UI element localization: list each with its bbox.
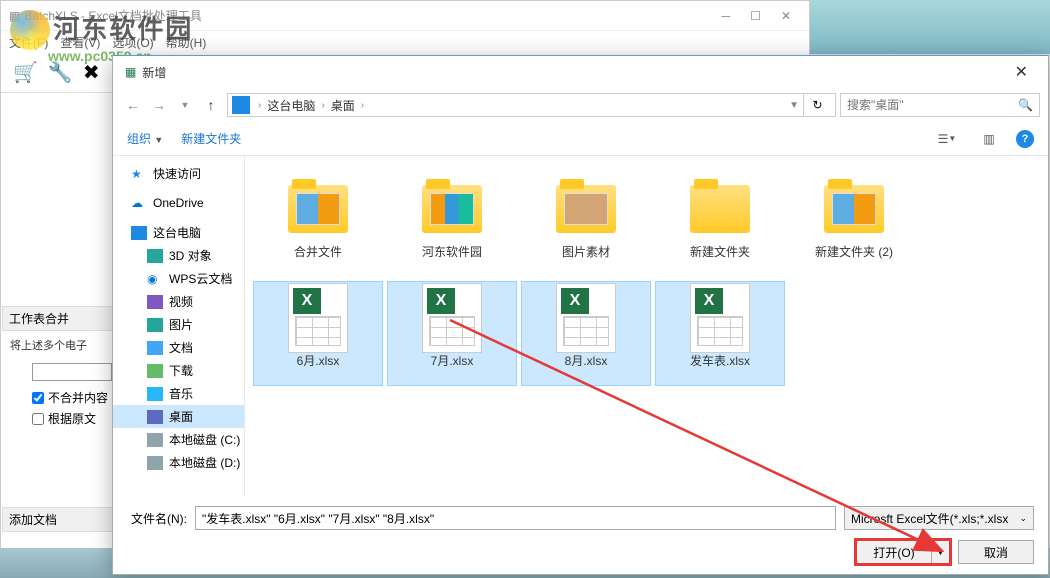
breadcrumb-item[interactable]: 桌面 <box>329 97 357 114</box>
organize-button[interactable]: 组织 ▼ <box>127 130 163 147</box>
watermark-text: 河东软件园 <box>53 14 193 44</box>
file-label: 7月.xlsx <box>431 352 474 369</box>
dialog-title: ▦新增 <box>125 64 166 81</box>
chevron-right-icon: › <box>361 100 364 111</box>
tree-disk-d[interactable]: 本地磁盘 (D:) <box>113 451 244 474</box>
disk-icon <box>147 456 163 470</box>
search-input[interactable] <box>847 98 1014 112</box>
dialog-toolbar: 组织 ▼ 新建文件夹 ☰ ▼ ▥ ? <box>113 122 1048 156</box>
nav-forward-button[interactable]: → <box>147 93 171 117</box>
tree-this-pc[interactable]: 这台电脑 <box>113 221 244 244</box>
open-button[interactable]: 打开(O) <box>856 540 932 564</box>
file-item[interactable]: 新建文件夹 (2) <box>789 172 919 277</box>
view-options-button[interactable]: ☰ ▼ <box>932 128 962 150</box>
tree-3d-objects[interactable]: 3D 对象 <box>113 244 244 267</box>
dialog-bottom-panel: 文件名(N): Microsft Excel文件(*.xls;*.xlsx⌄ 打… <box>113 496 1048 574</box>
watermark-logo-icon <box>10 10 50 50</box>
filename-label: 文件名(N): <box>127 510 187 527</box>
file-label: 8月.xlsx <box>565 352 608 369</box>
tree-pictures[interactable]: 图片 <box>113 313 244 336</box>
open-button-group: 打开(O) ▼ <box>856 540 950 564</box>
breadcrumb-item[interactable]: 这台电脑 <box>265 97 317 114</box>
file-item[interactable]: X8月.xlsx <box>521 281 651 386</box>
bg-minimize-button[interactable]: ─ <box>722 9 731 23</box>
file-list: 合并文件 河东软件园 图片素材 新建文件夹 新建文件夹 (2) X6月.xlsxX7月.x… <box>245 156 1048 496</box>
file-label: 图片素材 <box>562 243 610 260</box>
open-dropdown-button[interactable]: ▼ <box>932 540 950 564</box>
tree-quick-access[interactable]: ★快速访问 <box>113 162 244 185</box>
folder-tree: ★快速访问 ☁OneDrive 这台电脑 3D 对象 ◉WPS云文档 视频 图片… <box>113 156 245 496</box>
disk-icon <box>147 433 163 447</box>
chevron-right-icon: › <box>321 100 324 111</box>
file-item[interactable]: 新建文件夹 <box>655 172 785 277</box>
download-icon <box>147 364 163 378</box>
file-item[interactable]: 合并文件 <box>253 172 383 277</box>
watermark: 河东软件园 www.pc0359.cn <box>10 10 193 58</box>
new-folder-button[interactable]: 新建文件夹 <box>181 130 241 147</box>
cube-icon <box>147 249 163 263</box>
tree-downloads[interactable]: 下载 <box>113 359 244 382</box>
file-item[interactable]: 图片素材 <box>521 172 651 277</box>
tree-disk-c[interactable]: 本地磁盘 (C:) <box>113 428 244 451</box>
tree-videos[interactable]: 视频 <box>113 290 244 313</box>
file-label: 新建文件夹 (2) <box>815 243 893 260</box>
file-label: 河东软件园 <box>422 243 482 260</box>
help-button[interactable]: ? <box>1016 130 1034 148</box>
nav-back-button[interactable]: ← <box>121 93 145 117</box>
picture-icon <box>147 318 163 332</box>
refresh-button[interactable]: ↻ <box>803 93 831 117</box>
breadcrumb[interactable]: › 这台电脑 › 桌面 › ▼ ↻ <box>227 93 836 117</box>
cloud-icon: ☁ <box>131 196 147 210</box>
tree-music[interactable]: 音乐 <box>113 382 244 405</box>
tree-onedrive[interactable]: ☁OneDrive <box>113 193 244 213</box>
music-icon <box>147 387 163 401</box>
dialog-close-button[interactable]: ✕ <box>1007 58 1036 86</box>
tree-documents[interactable]: 文档 <box>113 336 244 359</box>
cancel-button[interactable]: 取消 <box>958 540 1034 564</box>
file-label: 发车表.xlsx <box>690 352 750 369</box>
nav-history-button[interactable]: ▼ <box>173 93 197 117</box>
filename-input[interactable] <box>195 506 836 530</box>
video-icon <box>147 295 163 309</box>
file-open-dialog: ▦新增 ✕ ← → ▼ ↑ › 这台电脑 › 桌面 › ▼ ↻ 🔍 组织 ▼ <box>112 55 1049 575</box>
breadcrumb-dropdown-icon[interactable]: ▼ <box>789 100 799 111</box>
search-box[interactable]: 🔍 <box>840 93 1040 117</box>
preview-pane-button[interactable]: ▥ <box>974 128 1004 150</box>
file-item[interactable]: 河东软件园 <box>387 172 517 277</box>
tree-wps[interactable]: ◉WPS云文档 <box>113 267 244 290</box>
document-icon <box>147 341 163 355</box>
bg-input-field[interactable] <box>32 363 112 381</box>
chevron-right-icon: › <box>258 100 261 111</box>
toolbar-icon-1[interactable]: 🛒 <box>13 60 38 85</box>
bg-close-button[interactable]: ✕ <box>781 9 791 23</box>
file-item[interactable]: X7月.xlsx <box>387 281 517 386</box>
desktop-icon <box>147 410 163 424</box>
bg-maximize-button[interactable]: ☐ <box>750 9 761 23</box>
dialog-titlebar: ▦新增 ✕ <box>113 56 1048 88</box>
file-label: 新建文件夹 <box>690 243 750 260</box>
file-item[interactable]: X发车表.xlsx <box>655 281 785 386</box>
breadcrumb-pc-icon <box>232 96 250 114</box>
search-icon: 🔍 <box>1018 98 1033 112</box>
file-item[interactable]: X6月.xlsx <box>253 281 383 386</box>
file-type-filter[interactable]: Microsft Excel文件(*.xls;*.xlsx⌄ <box>844 506 1034 530</box>
cloud-doc-icon: ◉ <box>147 272 163 286</box>
nav-up-button[interactable]: ↑ <box>199 93 223 117</box>
star-icon: ★ <box>131 167 147 181</box>
tree-desktop[interactable]: 桌面 <box>113 405 244 428</box>
dialog-nav-bar: ← → ▼ ↑ › 这台电脑 › 桌面 › ▼ ↻ 🔍 <box>113 88 1048 122</box>
pc-icon <box>131 226 147 240</box>
file-label: 6月.xlsx <box>297 352 340 369</box>
file-label: 合并文件 <box>294 243 342 260</box>
